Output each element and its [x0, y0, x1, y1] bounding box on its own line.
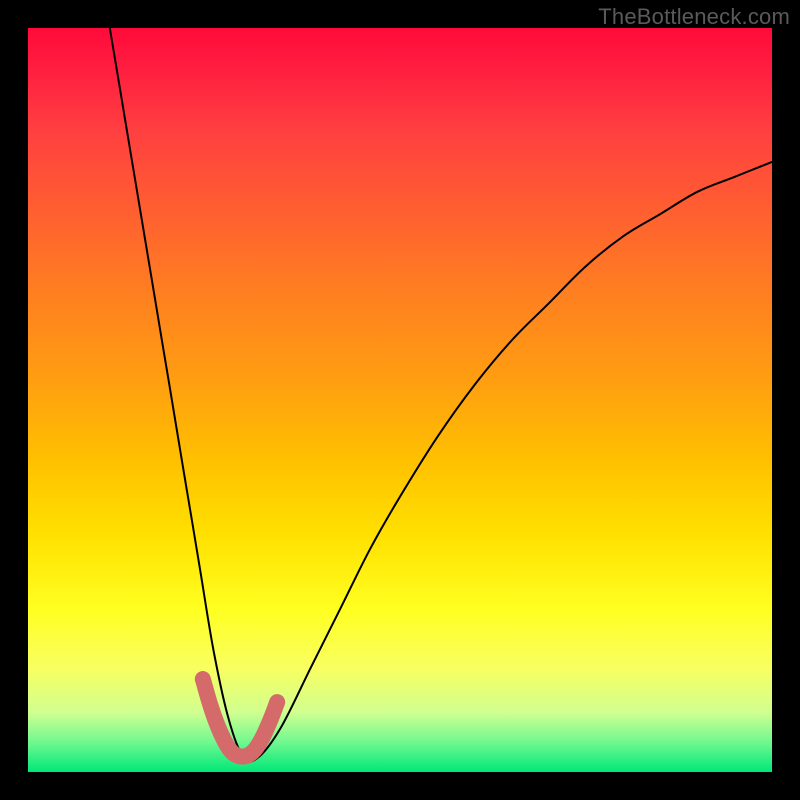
watermark: TheBottleneck.com — [598, 4, 790, 30]
bottleneck-highlight — [203, 679, 277, 757]
bottleneck-curve — [110, 28, 772, 762]
bottleneck-chart — [28, 28, 772, 772]
chart-area — [28, 28, 772, 772]
